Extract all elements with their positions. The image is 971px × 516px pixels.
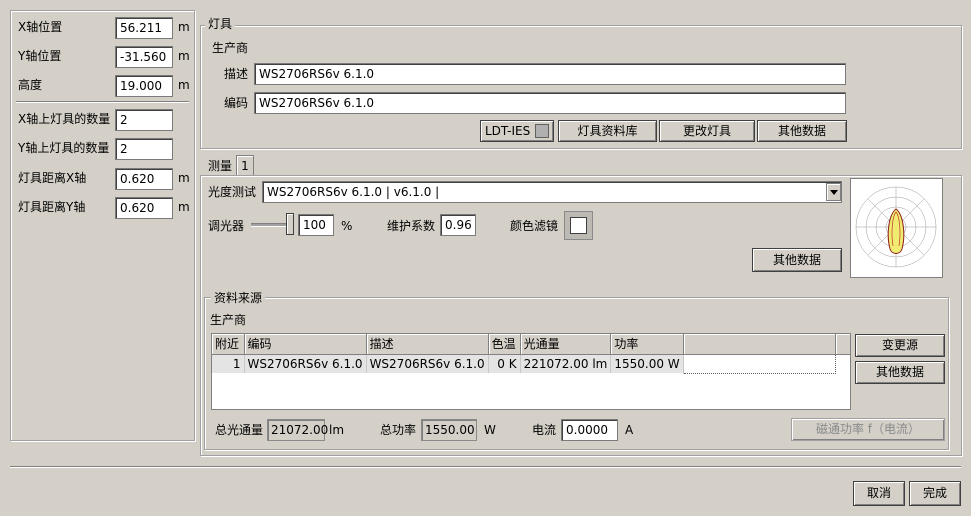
source-manufacturer-label: 生产商	[210, 313, 247, 327]
col-code[interactable]: 编码	[244, 334, 367, 355]
cell-description: WS2706RS6v 6.1.0	[366, 354, 489, 373]
file-icon	[535, 124, 549, 138]
y-position-unit: m	[178, 49, 190, 63]
photometry-value: WS2706RS6v 6.1.0 | v6.1.0 |	[267, 185, 440, 199]
cell-near: 1	[212, 354, 245, 373]
luminaire-code-input[interactable]: WS2706RS6v 6.1.0	[254, 92, 846, 114]
height-input[interactable]: 19.000	[115, 75, 173, 97]
color-filter-inner	[570, 217, 587, 234]
maintenance-label: 维护系数	[387, 219, 436, 233]
luminaire-group-title: 灯具	[205, 17, 236, 31]
x-position-input[interactable]: 56.211	[115, 17, 173, 39]
spacing-y-input[interactable]: 0.620	[115, 197, 173, 219]
dimmer-slider-handle[interactable]	[286, 213, 294, 235]
y-count-label: Y轴上灯具的数量	[18, 141, 110, 155]
ldt-ies-button[interactable]: LDT-IES	[480, 120, 554, 142]
luminaire-manufacturer-label: 生产商	[212, 41, 249, 55]
maintenance-input[interactable]: 0.96	[440, 214, 476, 236]
tab-measurement[interactable]: 测量	[208, 159, 232, 173]
cell-code: WS2706RS6v 6.1.0	[244, 354, 367, 373]
total-flux-label: 总光通量	[215, 423, 264, 437]
col-extra	[683, 334, 837, 355]
cancel-button[interactable]: 取消	[853, 481, 905, 506]
polar-diagram	[850, 178, 943, 278]
dimmer-unit: %	[341, 219, 353, 233]
cell-cct: 0 K	[488, 354, 521, 373]
spacing-x-label: 灯具距离X轴	[18, 171, 87, 185]
y-position-input[interactable]: -31.560	[115, 46, 173, 68]
x-count-input[interactable]: 2	[115, 109, 173, 131]
chevron-down-icon	[830, 190, 838, 195]
table-header-row: 附近 编码 描述 色温 光通量 功率	[212, 334, 850, 355]
col-scroll-corner	[835, 334, 850, 355]
total-flux-unit: lm	[329, 423, 345, 437]
measurement-other-data-button[interactable]: 其他数据	[752, 248, 842, 272]
x-count-label: X轴上灯具的数量	[18, 112, 111, 126]
col-near[interactable]: 附近	[212, 334, 245, 355]
cell-extra	[682, 353, 837, 374]
total-flux-value: 21072.00	[267, 419, 328, 441]
y-count-input[interactable]: 2	[115, 138, 173, 160]
spacing-x-unit: m	[178, 171, 190, 185]
current-label: 电流	[532, 423, 557, 437]
col-description[interactable]: 描述	[366, 334, 489, 355]
col-flux[interactable]: 光通量	[520, 334, 612, 355]
luminaire-description-label: 描述	[224, 67, 249, 81]
col-power[interactable]: 功率	[610, 334, 684, 355]
cell-power: 1550.00 W	[610, 354, 684, 373]
current-unit: A	[625, 423, 634, 437]
dropdown-arrow-button[interactable]	[826, 183, 841, 201]
luminaire-other-data-button[interactable]: 其他数据	[757, 120, 847, 142]
dimmer-label: 调光器	[208, 219, 245, 233]
y-position-label: Y轴位置	[18, 49, 62, 63]
finish-button[interactable]: 完成	[909, 481, 961, 506]
source-other-data-button[interactable]: 其他数据	[855, 361, 945, 384]
dimmer-input[interactable]: 100	[298, 214, 334, 236]
table-row[interactable]: 1 WS2706RS6v 6.1.0 WS2706RS6v 6.1.0 0 K …	[212, 353, 850, 374]
change-luminaire-button[interactable]: 更改灯具	[659, 120, 755, 142]
height-label: 高度	[18, 78, 43, 92]
spacing-y-label: 灯具距离Y轴	[18, 200, 86, 214]
source-table-grid: 附近 编码 描述 色温 光通量 功率 1 WS2706RS6v 6.1.0 WS…	[212, 334, 850, 374]
change-source-button[interactable]: 变更源	[855, 334, 945, 357]
tab-1-label: 1	[241, 159, 249, 173]
flux-power-button[interactable]: 磁通功率 f（电流）	[791, 418, 945, 441]
photometry-select[interactable]: WS2706RS6v 6.1.0 | v6.1.0 |	[262, 181, 842, 203]
spacing-y-unit: m	[178, 200, 190, 214]
source-group-title: 资料来源	[211, 291, 266, 305]
x-position-label: X轴位置	[18, 20, 63, 34]
ldt-ies-label: LDT-IES	[485, 124, 531, 138]
total-power-label: 总功率	[380, 423, 417, 437]
total-power-value: 1550.00	[421, 419, 477, 441]
col-cct[interactable]: 色温	[488, 334, 521, 355]
total-power-unit: W	[484, 423, 496, 437]
luminaire-code-label: 编码	[224, 96, 249, 110]
source-table[interactable]: 附近 编码 描述 色温 光通量 功率 1 WS2706RS6v 6.1.0 WS…	[211, 333, 851, 410]
luminaire-database-button[interactable]: 灯具资料库	[558, 120, 657, 142]
luminaire-description-input[interactable]: WS2706RS6v 6.1.0	[254, 63, 846, 85]
footer-divider	[10, 466, 961, 468]
tab-1[interactable]: 1	[236, 155, 254, 176]
left-divider	[16, 101, 189, 103]
luminous-intensity-curve-icon	[855, 186, 937, 268]
current-input[interactable]: 0.0000	[561, 419, 618, 441]
cell-flux: 221072.00 lm	[520, 354, 612, 373]
photometry-label: 光度测试	[208, 185, 257, 199]
cell-spacer	[835, 354, 850, 373]
color-filter-label: 颜色滤镜	[510, 219, 559, 233]
x-position-unit: m	[178, 20, 190, 34]
spacing-x-input[interactable]: 0.620	[115, 168, 173, 190]
color-filter-swatch[interactable]	[564, 211, 593, 240]
height-unit: m	[178, 78, 190, 92]
